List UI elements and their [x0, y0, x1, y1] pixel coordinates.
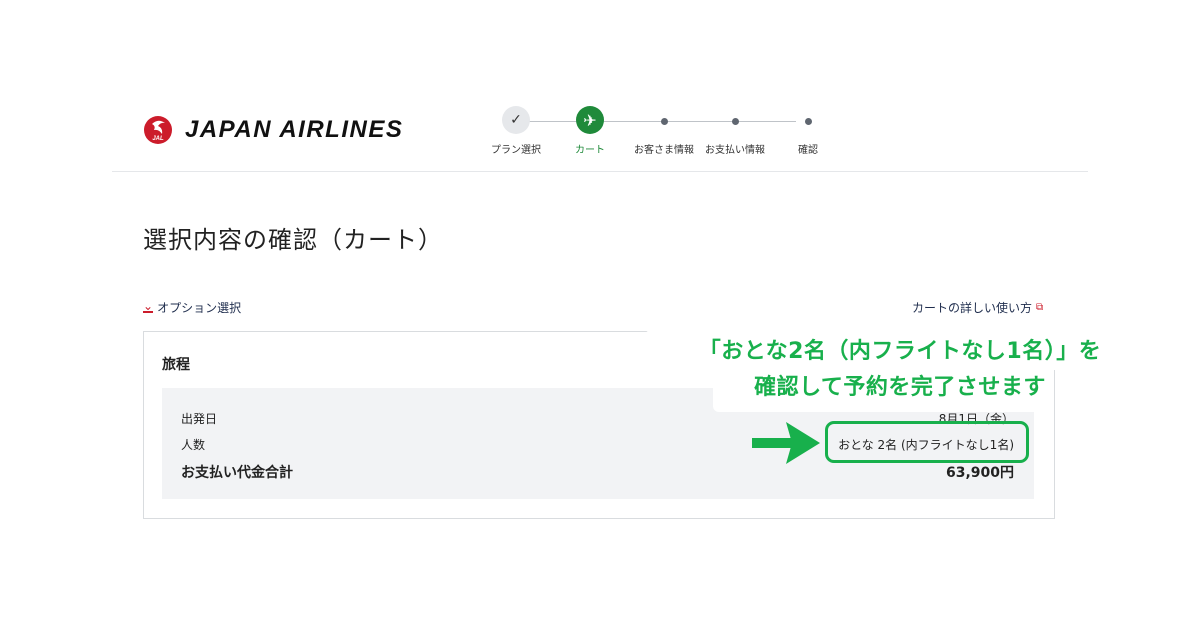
passenger-highlight-box — [825, 421, 1029, 463]
option-select-label: オプション選択 — [157, 301, 242, 315]
row-label: 人数 — [181, 438, 206, 452]
brand-name: JAPAN AIRLINES — [185, 116, 404, 143]
jal-logo[interactable]: JAL JAPAN AIRLINES — [143, 114, 403, 146]
itinerary-title: 旅程 — [162, 357, 190, 373]
step-dot — [731, 118, 739, 125]
external-link-icon: ⧉ — [1036, 302, 1044, 313]
row-label: お支払い代金合計 — [181, 465, 293, 481]
svg-text:JAL: JAL — [152, 136, 164, 142]
cart-help-label: カートの詳しい使い方 — [912, 301, 1033, 315]
annotation-line: 「おとな2名（内フライトなし1名）」を — [698, 339, 1102, 364]
step-payment-info: お支払い情報 — [701, 106, 769, 156]
annotation-line: 確認して予約を完了させます — [754, 375, 1046, 400]
chevron-down-icon: ⌄ — [143, 299, 154, 313]
arrow-right-icon — [752, 422, 820, 464]
step-plan-select: ✓ プラン選択 — [482, 106, 550, 156]
page-title: 選択内容の確認（カート） — [143, 226, 443, 254]
row-label: 出発日 — [181, 412, 218, 426]
step-label: お支払い情報 — [705, 145, 765, 156]
cart-help-link[interactable]: カートの詳しい使い方 ⧉ — [912, 299, 1043, 316]
step-label: プラン選択 — [491, 145, 541, 156]
step-cart: ✈ カート — [556, 106, 624, 156]
header-divider — [112, 171, 1088, 172]
option-select-link[interactable]: ⌄ オプション選択 — [143, 299, 241, 316]
step-label: 確認 — [798, 145, 818, 156]
step-customer-info: お客さま情報 — [630, 106, 698, 156]
total-price-row: お支払い代金合計 63,900円 — [181, 462, 1014, 482]
step-confirm: 確認 — [774, 106, 842, 156]
progress-steps: ✓ プラン選択 ✈ カート お客さま情報 お支払い情報 確認 — [488, 106, 828, 162]
crane-logo-icon: JAL — [144, 116, 172, 144]
check-icon: ✓ — [502, 106, 530, 134]
step-label: お客さま情報 — [634, 145, 694, 156]
airplane-icon: ✈ — [576, 106, 604, 134]
step-label: カート — [575, 145, 605, 156]
annotation-callout: 「おとな2名（内フライトなし1名）」を 確認して予約を完了させます — [640, 334, 1160, 406]
row-value: 63,900円 — [945, 465, 1014, 481]
step-dot — [804, 118, 812, 125]
step-dot — [660, 118, 668, 125]
